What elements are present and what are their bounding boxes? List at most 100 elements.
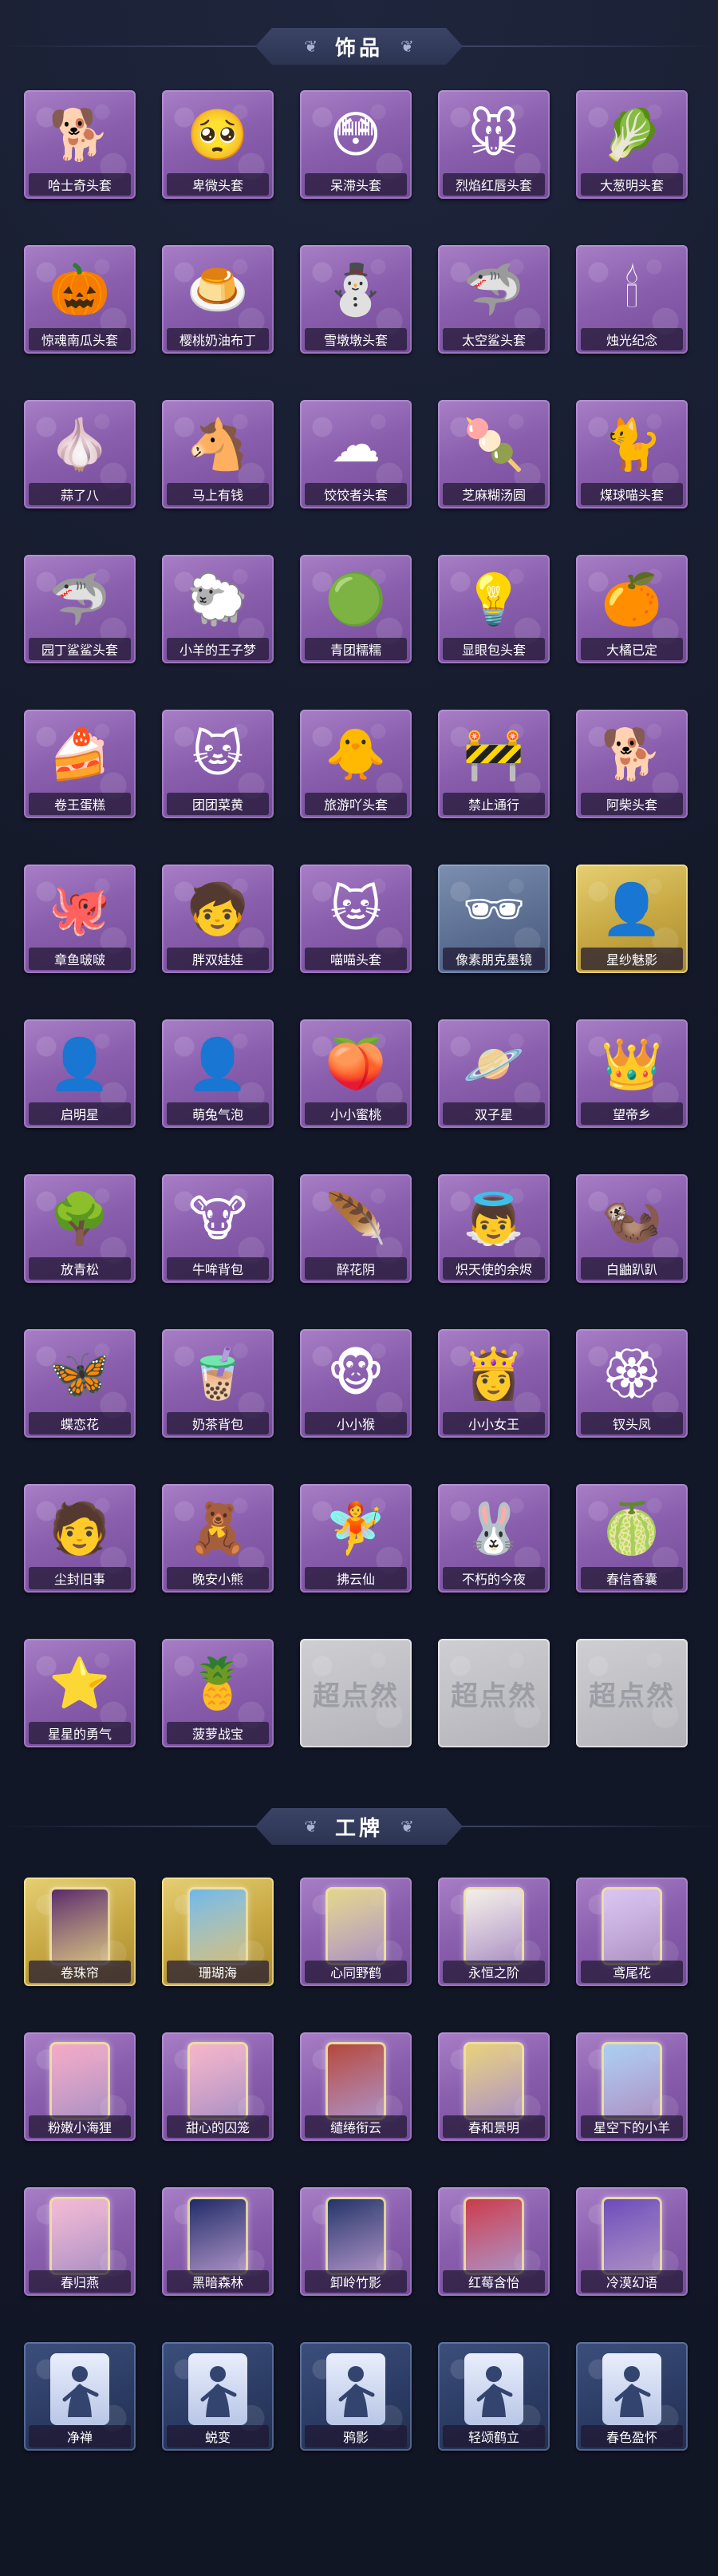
milk-tea-bag-icon: 🧋 — [187, 1344, 249, 1403]
accessory-card[interactable]: 😳 呆滞头套 — [300, 90, 412, 199]
badge-card[interactable]: 星空下的小羊 — [576, 2032, 688, 2141]
badge-card[interactable]: 心同野鹤 — [300, 1878, 412, 1986]
accessory-card[interactable]: 🧋 奶茶背包 — [162, 1329, 274, 1438]
accessory-card[interactable]: 🟢 青团糯糯 — [300, 555, 412, 663]
item-name-label: 小小女王 — [443, 1412, 545, 1434]
dog-head-icon: 🐕 — [49, 105, 111, 164]
accessory-card[interactable]: 🍑 小小蜜桃 — [300, 1019, 412, 1128]
badge-card[interactable]: 卸岭竹影 — [300, 2187, 412, 2296]
accessory-card[interactable]: 🧒 胖双娃娃 — [162, 865, 274, 973]
badge-card[interactable]: 粉嫩小海狸 — [24, 2032, 136, 2141]
item-name-label: 醉花阴 — [305, 1257, 407, 1280]
accessory-card[interactable]: 🐱 喵喵头套 — [300, 865, 412, 973]
badge-card[interactable]: 春归燕 — [24, 2187, 136, 2296]
accessory-card[interactable]: 🎃 惊魂南瓜头套 — [24, 245, 136, 354]
badge-card[interactable]: 春和景明 — [438, 2032, 550, 2141]
accessory-card[interactable]: 👼 炽天使的余烬 — [438, 1174, 550, 1283]
accessory-card[interactable]: 🐥 旅游吖头套 — [300, 710, 412, 818]
accessory-card[interactable]: 🐭 烈焰红唇头套 — [438, 90, 550, 199]
item-name-label: 烈焰红唇头套 — [443, 173, 545, 196]
badge-card[interactable]: 黑暗森林 — [162, 2187, 274, 2296]
accessory-card[interactable]: 🥺 卑微头套 — [162, 90, 274, 199]
accessory-card[interactable]: 🐑 小羊的王子梦 — [162, 555, 274, 663]
accessory-card[interactable]: 🪶 醉花阴 — [300, 1174, 412, 1283]
cow-backpack-icon: 🐮 — [188, 1189, 247, 1248]
accessory-card[interactable]: 👤 启明星 — [24, 1019, 136, 1128]
accessory-card[interactable]: 超点然 — [300, 1639, 412, 1747]
locked-watermark-icon: 超点然 — [300, 1639, 412, 1747]
accessory-card[interactable]: 🦋 蝶恋花 — [24, 1329, 136, 1438]
accessory-card[interactable]: 👤 萌兔气泡 — [162, 1019, 274, 1128]
bunny-bubble-icon: 👤 — [187, 1035, 249, 1093]
accessory-card[interactable]: 🏵 钗头凤 — [576, 1329, 688, 1438]
accessory-card[interactable]: 👤 星纱魅影 — [576, 865, 688, 973]
accessory-card[interactable]: 🍰 卷王蛋糕 — [24, 710, 136, 818]
accessory-card[interactable]: 💡 显眼包头套 — [438, 555, 550, 663]
accessory-card[interactable]: 🧚 拂云仙 — [300, 1484, 412, 1593]
accessory-card[interactable]: 🍊 大橘已定 — [576, 555, 688, 663]
item-name-label: 樱桃奶油布丁 — [167, 328, 269, 350]
accessory-card[interactable]: 🐴 马上有钱 — [162, 400, 274, 508]
accessory-card[interactable]: ⛄ 雪墩墩头套 — [300, 245, 412, 354]
qingtuan-head-icon: 🟢 — [325, 570, 387, 628]
badge-card[interactable]: 红莓含怡 — [438, 2187, 550, 2296]
accessory-card[interactable]: 🌳 放青松 — [24, 1174, 136, 1283]
cloud-head-icon: ☁ — [331, 415, 381, 473]
accessory-card[interactable]: 🐱 团团菜黄 — [162, 710, 274, 818]
accessory-card[interactable]: ⭐ 星星的勇气 — [24, 1639, 136, 1747]
accessory-card[interactable]: 🐈 煤球喵头套 — [576, 400, 688, 508]
item-name-label: 奶茶背包 — [167, 1412, 269, 1434]
accessory-card[interactable]: 🍡 芝麻糊汤圆 — [438, 400, 550, 508]
angel-badge-icon — [464, 1887, 524, 1965]
accessory-card[interactable]: 🥬 大葱明头套 — [576, 90, 688, 199]
accessory-card[interactable]: 🐮 牛哞背包 — [162, 1174, 274, 1283]
item-name-label: 红莓含怡 — [443, 2270, 545, 2293]
candle-head-icon: 🕯 — [625, 260, 639, 319]
badge-card[interactable]: 珊瑚海 — [162, 1878, 274, 1986]
accessory-card[interactable]: 🐵 小小猴 — [300, 1329, 412, 1438]
badge-card[interactable]: 净禅 — [24, 2342, 136, 2451]
accessory-card[interactable]: 🦈 园丁鲨鲨头套 — [24, 555, 136, 663]
cat-head-icon: 🐱 — [329, 880, 382, 938]
accessory-card[interactable]: 🦦 白鼬趴趴 — [576, 1174, 688, 1283]
seraph-icon: 👼 — [463, 1189, 525, 1248]
accessory-card[interactable]: 🚧 禁止通行 — [438, 710, 550, 818]
accessory-card[interactable]: 🐙 章鱼啵啵 — [24, 865, 136, 973]
left-swirl-icon: ❦ — [304, 1817, 318, 1836]
accessory-card[interactable]: 🐕 哈士奇头套 — [24, 90, 136, 199]
accessory-card[interactable]: 超点然 — [438, 1639, 550, 1747]
badge-card[interactable]: 冷漠幻语 — [576, 2187, 688, 2296]
badge-card[interactable]: 蜕变 — [162, 2342, 274, 2451]
accessory-card[interactable]: 🧑 尘封旧事 — [24, 1484, 136, 1593]
badge-card[interactable]: 轻颂鹤立 — [438, 2342, 550, 2451]
garlic-head-icon: 🧄 — [49, 415, 111, 473]
badge-card[interactable]: 卷珠帘 — [24, 1878, 136, 1986]
accessory-card[interactable]: 🦈 太空鲨头套 — [438, 245, 550, 354]
item-name-label: 牛哞背包 — [167, 1257, 269, 1280]
accessory-card[interactable]: 🧄 蒜了八 — [24, 400, 136, 508]
left-swirl-icon: ❦ — [304, 37, 318, 56]
badge-card[interactable]: 永恒之阶 — [438, 1878, 550, 1986]
accessory-card[interactable]: 🐰 不朽的今夜 — [438, 1484, 550, 1593]
accessory-card[interactable]: ☁ 饺饺者头套 — [300, 400, 412, 508]
accessory-card[interactable]: 🍮 樱桃奶油布丁 — [162, 245, 274, 354]
accessory-card[interactable]: 🍈 春信香囊 — [576, 1484, 688, 1593]
accessory-card[interactable]: 🕶 像素朋克墨镜 — [438, 865, 550, 973]
item-name-label: 春归燕 — [29, 2270, 131, 2293]
badge-card[interactable]: 甜心的囚笼 — [162, 2032, 274, 2141]
badge-card[interactable]: 春色盈怀 — [576, 2342, 688, 2451]
badge-card[interactable]: 鸢尾花 — [576, 1878, 688, 1986]
badge-card[interactable]: 缱绻衔云 — [300, 2032, 412, 2141]
accessory-card[interactable]: 🍍 菠萝战宝 — [162, 1639, 274, 1747]
accessory-card[interactable]: 超点然 — [576, 1639, 688, 1747]
lightbulb-head-icon: 💡 — [463, 570, 525, 628]
accessory-card[interactable]: 🕯 烛光纪念 — [576, 245, 688, 354]
accessory-card[interactable]: 🪐 双子星 — [438, 1019, 550, 1128]
spring-badge-icon — [464, 2042, 524, 2120]
accessory-card[interactable]: 👑 望帝乡 — [576, 1019, 688, 1128]
item-name-label: 卸岭竹影 — [305, 2270, 407, 2293]
badge-card[interactable]: 鸦影 — [300, 2342, 412, 2451]
accessory-card[interactable]: 👸 小小女王 — [438, 1329, 550, 1438]
accessory-card[interactable]: 🧸 晚安小熊 — [162, 1484, 274, 1593]
accessory-card[interactable]: 🐕 阿柴头套 — [576, 710, 688, 818]
